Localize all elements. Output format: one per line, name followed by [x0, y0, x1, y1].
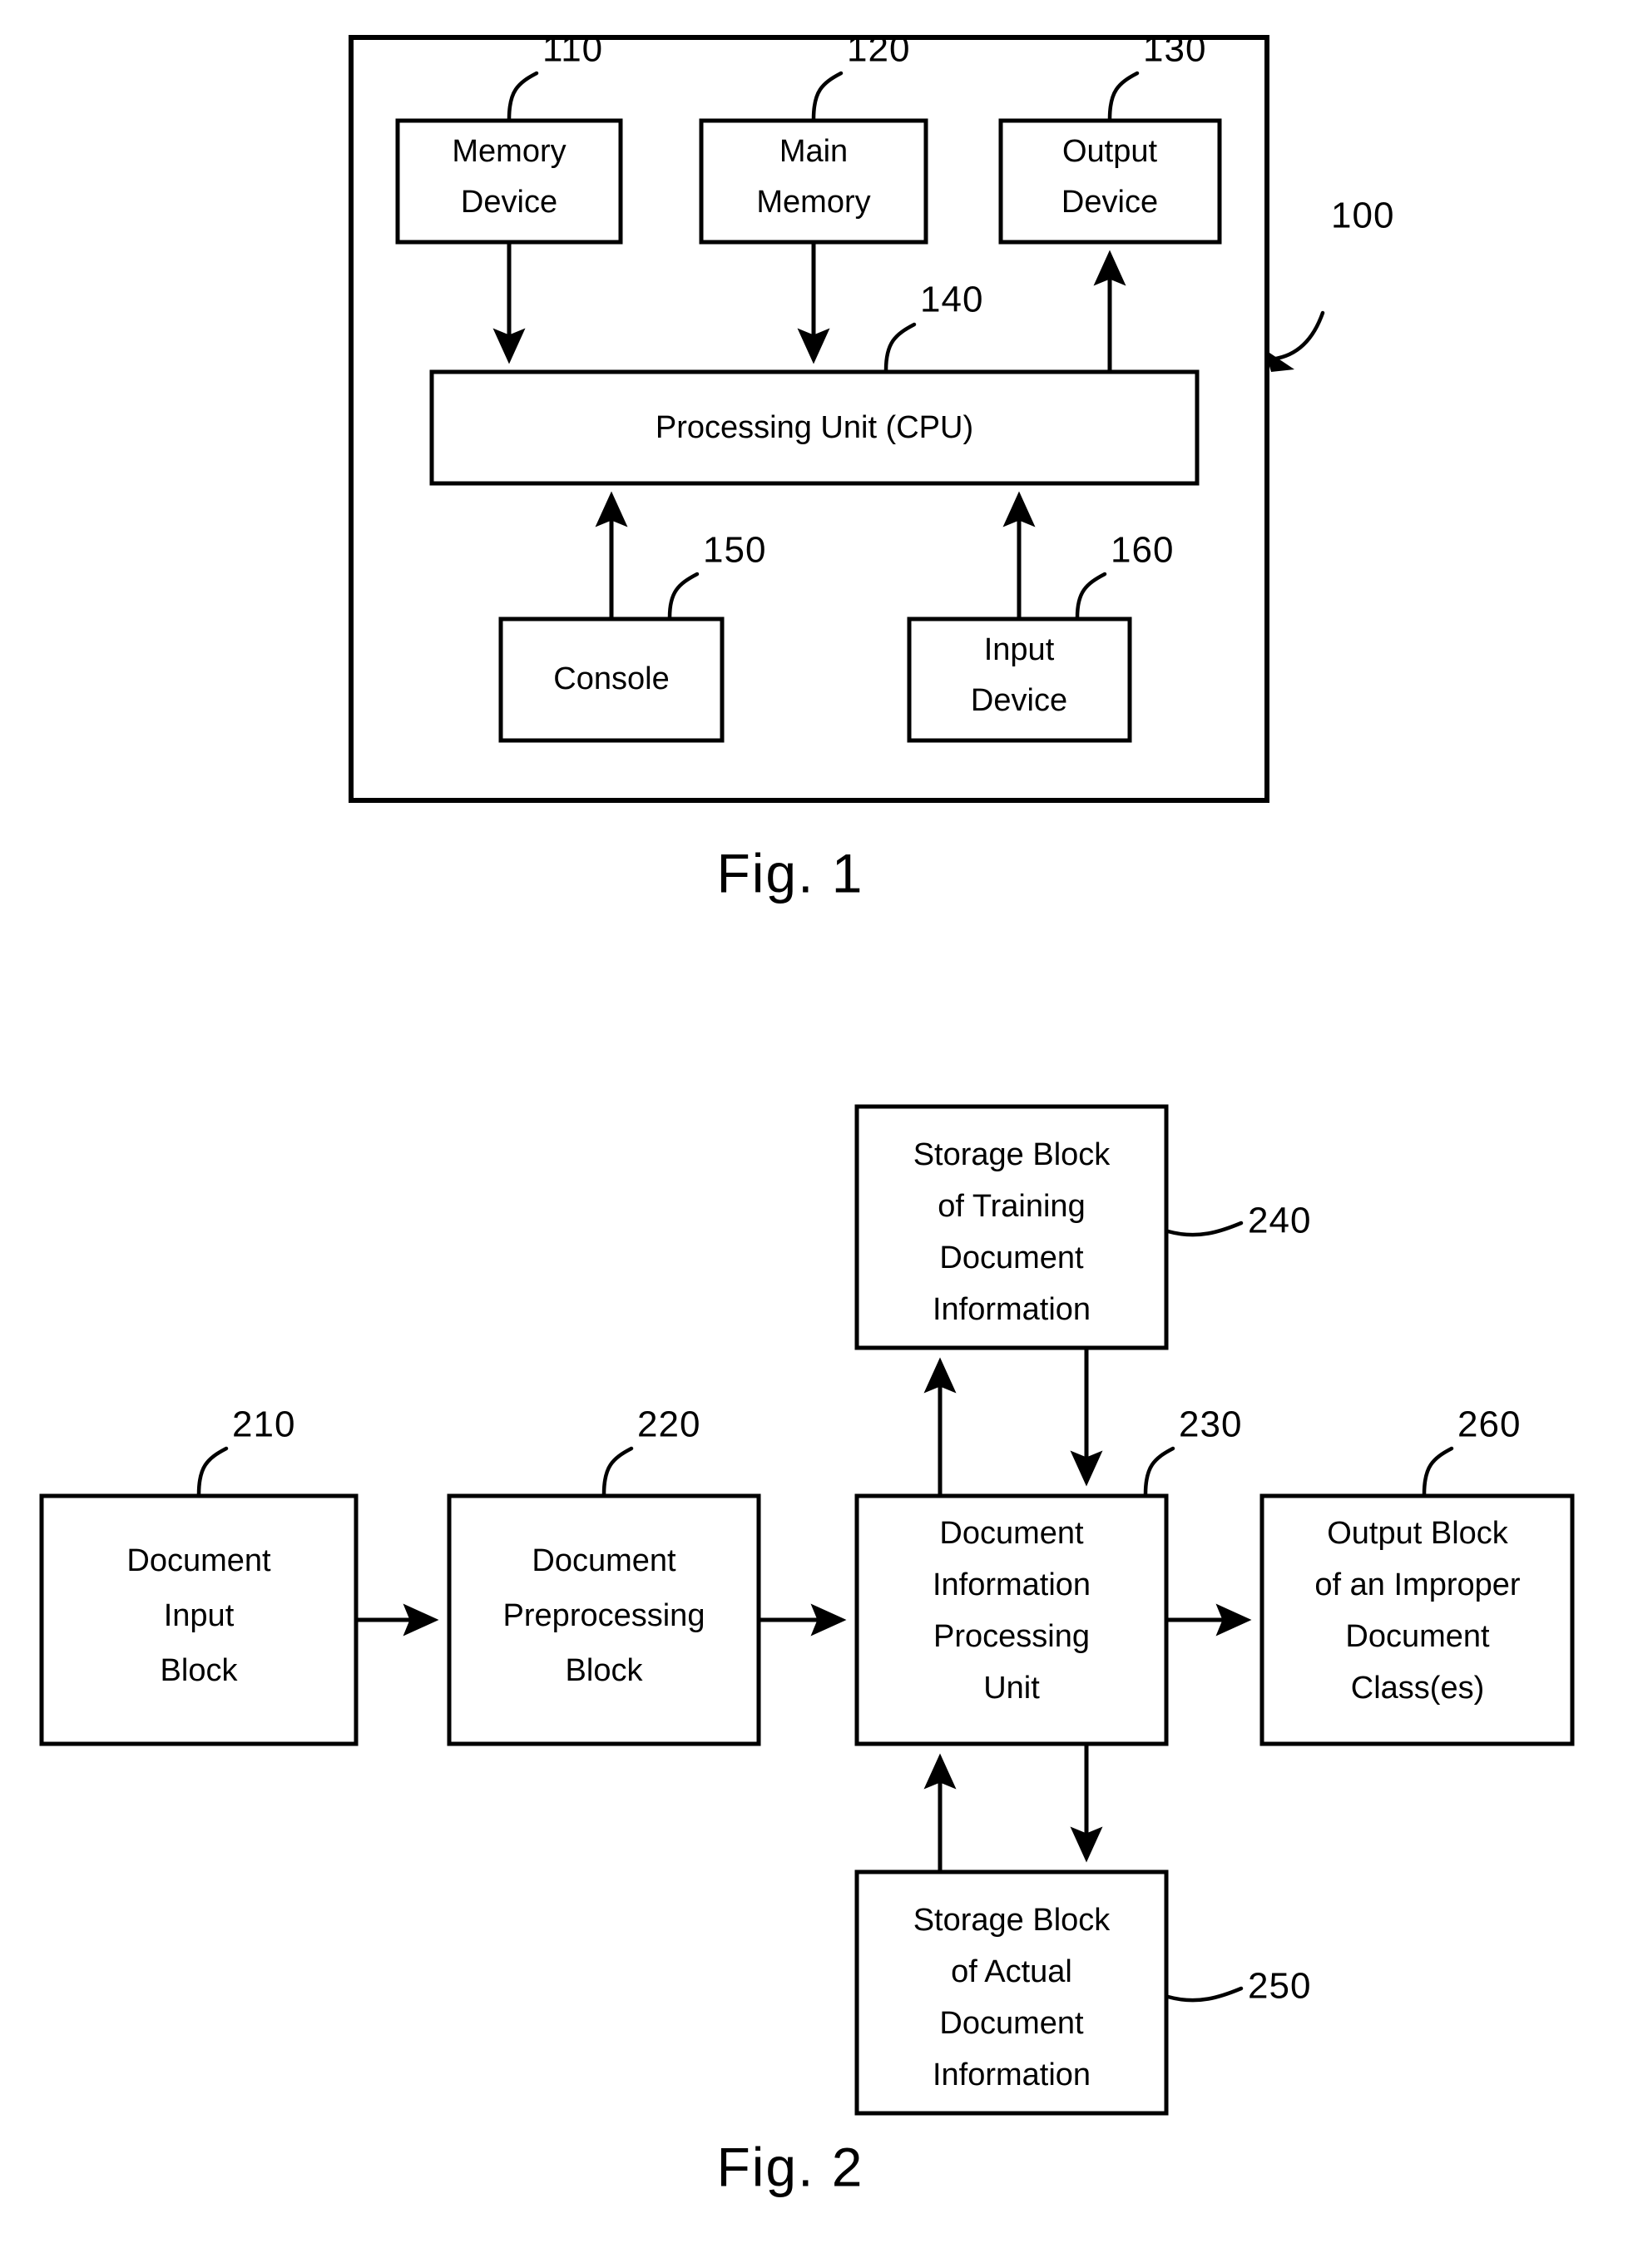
fig2-training-storage-line4: Information: [933, 1292, 1091, 1327]
fig1-leader-140: [883, 322, 917, 373]
fig2-ref-250: 250: [1248, 1966, 1311, 2007]
fig1-input-device-label-line2: Device: [971, 683, 1067, 718]
figures-canvas: 100 Memory Device 110 Main Memory 120 Ou…: [39, 29, 1575, 2197]
fig2-training-storage-line3: Document: [939, 1240, 1084, 1275]
fig2-document-input-line2: Input: [164, 1598, 235, 1633]
fig2-actual-storage-line4: Information: [933, 2058, 1091, 2092]
fig1-ref-140: 140: [920, 280, 983, 320]
fig2-leader-210: [196, 1446, 229, 1497]
fig2-ref-240: 240: [1248, 1201, 1311, 1241]
fig1-cpu-label: Processing Unit (CPU): [656, 410, 973, 445]
fig1-ref-160: 160: [1111, 530, 1174, 571]
fig1-ref-130: 130: [1143, 29, 1206, 70]
fig2-dipu-line3: Processing: [933, 1619, 1090, 1654]
figure-1: 100 Memory Device 110 Main Memory 120 Ou…: [349, 29, 1394, 904]
fig1-ref-120: 120: [847, 29, 910, 70]
fig1-main-memory-label-line2: Memory: [756, 185, 870, 220]
fig2-ref-230: 230: [1179, 1404, 1242, 1445]
fig1-input-device-label-line1: Input: [984, 632, 1055, 667]
fig2-output-block-line3: Document: [1345, 1619, 1490, 1654]
fig2-actual-storage-line2: of Actual: [951, 1954, 1072, 1989]
fig2-leader-240: [1165, 1221, 1244, 1237]
fig2-document-preprocessing-line3: Block: [566, 1653, 644, 1688]
fig2-training-storage-line1: Storage Block: [913, 1137, 1111, 1172]
fig1-console-label: Console: [553, 661, 669, 696]
fig1-output-device-label-line1: Output: [1062, 134, 1158, 169]
fig2-dipu-line1: Document: [939, 1516, 1084, 1551]
fig1-leader-120: [811, 71, 844, 121]
fig1-output-device-label-line2: Device: [1061, 185, 1158, 220]
fig2-actual-storage-line3: Document: [939, 2006, 1084, 2041]
patent-drawing-page: 100 Memory Device 110 Main Memory 120 Ou…: [0, 0, 1628, 2268]
fig1-main-memory-label-line1: Main: [779, 134, 848, 169]
fig1-leader-110: [507, 71, 539, 121]
fig2-caption: Fig. 2: [716, 2136, 863, 2197]
fig1-leader-100: [1266, 310, 1325, 362]
fig2-training-storage-line2: of Training: [938, 1189, 1085, 1224]
fig2-document-input-line1: Document: [126, 1543, 271, 1578]
fig2-output-block-line4: Class(es): [1351, 1671, 1484, 1706]
figure-2: Storage Block of Training Document Infor…: [39, 1104, 1575, 2197]
fig2-output-block-line2: of an Improper: [1314, 1567, 1520, 1602]
fig1-leader-130: [1107, 71, 1140, 121]
fig2-document-input-line3: Block: [161, 1653, 239, 1688]
fig1-ref-100: 100: [1331, 196, 1394, 236]
fig2-document-preprocessing-line1: Document: [532, 1543, 676, 1578]
fig2-dipu-line4: Unit: [983, 1671, 1040, 1706]
fig2-output-block-line1: Output Block: [1327, 1516, 1509, 1551]
fig2-leader-230: [1143, 1446, 1175, 1497]
fig2-leader-220: [601, 1446, 634, 1497]
fig2-document-preprocessing-line2: Preprocessing: [503, 1598, 705, 1633]
fig2-leader-250: [1165, 1986, 1244, 2003]
fig1-memory-device-label-line2: Device: [461, 185, 557, 220]
fig1-memory-device-label-line1: Memory: [452, 134, 566, 169]
fig1-ref-150: 150: [703, 530, 766, 571]
fig1-leader-150: [667, 572, 700, 620]
fig2-ref-260: 260: [1457, 1404, 1521, 1445]
fig1-caption: Fig. 1: [716, 842, 863, 904]
fig2-leader-260: [1422, 1446, 1454, 1497]
fig2-actual-storage-line1: Storage Block: [913, 1903, 1111, 1938]
fig2-ref-210: 210: [232, 1404, 295, 1445]
fig2-dipu-line2: Information: [933, 1567, 1091, 1602]
fig1-ref-110: 110: [542, 29, 603, 70]
fig2-ref-220: 220: [637, 1404, 700, 1445]
fig1-leader-160: [1075, 572, 1107, 620]
